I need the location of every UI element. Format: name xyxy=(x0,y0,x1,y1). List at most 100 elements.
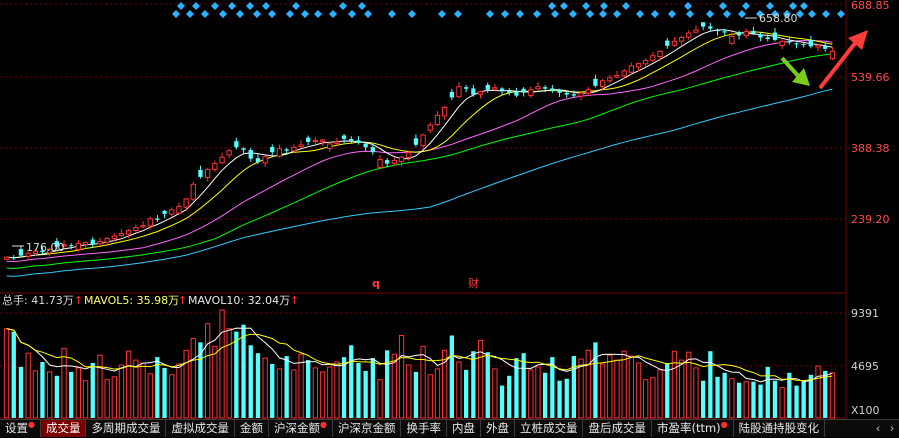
candle-body-up xyxy=(140,225,146,228)
volume-bar-down xyxy=(499,385,505,418)
volume-bar-down xyxy=(255,353,261,418)
volume-bar-down xyxy=(18,366,24,418)
kline-chart[interactable]: 688.85 539.66 388.38 239.20 9391 4695 X1… xyxy=(0,0,899,436)
candle-body-up xyxy=(456,86,462,98)
candle-body-up xyxy=(434,114,441,126)
volume-bar-down xyxy=(701,380,706,418)
volume-bar-up xyxy=(657,369,663,419)
event-marker[interactable]: q xyxy=(372,277,380,290)
tab-label: 盘后成交量 xyxy=(588,421,646,435)
tab-after-hours-volume[interactable]: 盘后成交量 xyxy=(583,420,652,437)
volume-bar-down xyxy=(593,342,598,418)
candle-body-up xyxy=(97,240,103,245)
tab-northbound-holding[interactable]: 陆股通持股变化 xyxy=(734,420,826,437)
tab-label: 市盈率(ttm) xyxy=(656,421,721,435)
volume-bar-up xyxy=(111,376,117,419)
tab-volume[interactable]: 成交量 xyxy=(40,420,87,437)
candle-body-down xyxy=(162,210,167,214)
volume-bar-up xyxy=(528,369,534,419)
candle-body-down xyxy=(471,88,476,95)
volume-bar-up xyxy=(147,373,153,419)
candle-body-up xyxy=(657,50,663,57)
candle-body-up xyxy=(183,198,189,208)
volume-bar-up xyxy=(535,366,541,419)
volume-bar-up xyxy=(600,363,606,419)
tab-outer-volume[interactable]: 外盘 xyxy=(481,420,515,437)
tab-pe-ttm[interactable]: 市盈率(ttm)● xyxy=(652,420,734,437)
candle-body-up xyxy=(729,36,735,44)
candle-body-down xyxy=(449,91,454,98)
volume-bar-down xyxy=(823,370,828,418)
volume-bar-up xyxy=(319,371,326,419)
candle-body-up xyxy=(291,146,297,152)
volume-bar-down xyxy=(708,351,713,418)
volume-bar-up xyxy=(815,365,821,419)
candle-body-up xyxy=(118,233,125,236)
tab-sh-sz-amount[interactable]: 沪深金额● xyxy=(269,420,333,437)
tab-label: 沪深金额 xyxy=(273,421,320,435)
candle-body-down xyxy=(464,87,469,89)
candle-body-down xyxy=(722,31,727,33)
volume-bar-up xyxy=(25,352,31,419)
candle-body-down xyxy=(11,257,16,259)
volume-bar-down xyxy=(306,360,311,418)
candle-body-up xyxy=(312,139,319,143)
low-price-label: 176.00 xyxy=(26,241,65,254)
volume-bar-up xyxy=(456,361,462,419)
candle-body-up xyxy=(104,237,110,243)
candle-body-down xyxy=(557,89,562,93)
candle-body-down xyxy=(564,92,569,95)
tab-label: 陆股通持股变化 xyxy=(738,421,820,435)
volume-bar-up xyxy=(607,354,613,419)
tab-inner-volume[interactable]: 内盘 xyxy=(447,420,481,437)
volume-bar-up xyxy=(671,350,678,419)
candle-body-down xyxy=(823,45,828,49)
tab-pile-volume[interactable]: 立桩成交量 xyxy=(515,420,584,437)
volume-bar-up xyxy=(133,359,139,419)
volume-bar-up xyxy=(406,364,412,419)
volume-bar-up xyxy=(291,369,297,419)
tab-amount[interactable]: 金额 xyxy=(235,420,269,437)
candle-body-up xyxy=(535,86,541,90)
candle-body-down xyxy=(18,249,24,256)
volume-bar-down xyxy=(765,366,770,418)
candle-body-down xyxy=(801,44,806,46)
volume-bar-up xyxy=(643,379,649,419)
volume-bar-down xyxy=(155,357,160,418)
candle-body-down xyxy=(198,169,203,177)
candle-body-down xyxy=(701,22,706,27)
candle-body-up xyxy=(815,44,821,48)
candle-body-down xyxy=(521,88,526,93)
tab-settings[interactable]: 设置● xyxy=(0,420,41,437)
volume-unit: X100 xyxy=(851,404,880,417)
candle-body-down xyxy=(499,88,505,91)
volume-bar-down xyxy=(772,380,778,418)
tab-virtual-volume[interactable]: 虚拟成交量 xyxy=(166,420,235,437)
tab-turnover[interactable]: 换手率 xyxy=(401,420,447,437)
tab-sh-sz-bj-amount[interactable]: 沪深京金额 xyxy=(333,420,402,437)
arrow-up-icon: ↑ xyxy=(74,294,83,307)
event-marker[interactable]: 财 xyxy=(468,276,479,290)
indicator-tab-bar: 设置● 成交量 多周期成交量 虚拟成交量 金额 沪深金额● 沪深京金额 换手率 … xyxy=(0,419,899,437)
prev-tab-button[interactable]: ‹ xyxy=(871,420,885,437)
volume-bar-up xyxy=(492,368,498,419)
volume-bar-down xyxy=(40,362,45,418)
next-tab-button[interactable]: › xyxy=(885,420,899,437)
price-tick: 688.85 xyxy=(851,0,890,12)
candle-body-down xyxy=(507,90,512,93)
high-price-label: 658.80 xyxy=(759,12,798,25)
candle-body-up xyxy=(643,60,649,65)
tab-multi-period-volume[interactable]: 多周期成交量 xyxy=(86,420,167,437)
tab-label: 成交量 xyxy=(45,421,81,435)
arrow-up-icon: ↑ xyxy=(178,294,187,307)
volume-bar-up xyxy=(635,362,642,419)
candle-body-up xyxy=(377,159,383,168)
total-volume-label: 总手: 41.73万 xyxy=(2,293,74,307)
candle-body-up xyxy=(650,55,656,61)
tab-label: 设置 xyxy=(5,421,28,435)
candle-body-down xyxy=(69,245,74,247)
volume-bar-down xyxy=(758,384,763,418)
volume-bar-down xyxy=(341,357,347,418)
volume-bar-up xyxy=(219,309,225,419)
tab-nav: ‹ › xyxy=(871,420,899,437)
